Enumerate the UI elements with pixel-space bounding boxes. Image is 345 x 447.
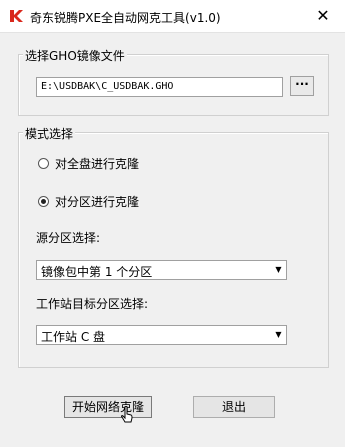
browse-button[interactable]: ··· — [290, 76, 314, 96]
title-bar: 奇东锐腾PXE全自动网克工具(v1.0) ✕ — [0, 0, 345, 33]
radio-partition-indicator[interactable] — [38, 196, 49, 207]
mode-group-legend: 模式选择 — [23, 125, 76, 142]
radio-full-disk[interactable]: 对全盘进行克隆 — [38, 155, 139, 172]
chevron-down-icon[interactable]: ▼ — [271, 261, 286, 279]
window-title: 奇东锐腾PXE全自动网克工具(v1.0) — [30, 11, 221, 25]
gho-group-legend: 选择GHO镜像文件 — [23, 47, 127, 64]
gho-path-input[interactable]: E:\USDBAK\C_USDBAK.GHO — [36, 77, 283, 97]
radio-partition[interactable]: 对分区进行克隆 — [38, 193, 139, 210]
radio-full-disk-indicator[interactable] — [38, 158, 49, 169]
exit-button[interactable]: 退出 — [193, 396, 275, 418]
target-partition-select[interactable]: 工作站 C 盘 ▼ — [36, 325, 287, 345]
target-partition-label: 工作站目标分区选择: — [36, 297, 149, 311]
target-partition-value: 工作站 C 盘 — [41, 330, 106, 344]
source-partition-select[interactable]: 镜像包中第 1 个分区 ▼ — [36, 260, 287, 280]
start-clone-button[interactable]: 开始网络克隆 — [64, 396, 152, 418]
radio-partition-label: 对分区进行克隆 — [55, 195, 140, 209]
source-partition-value: 镜像包中第 1 个分区 — [41, 265, 153, 279]
close-button[interactable]: ✕ — [301, 0, 345, 32]
app-window: 奇东锐腾PXE全自动网克工具(v1.0) ✕ 选择GHO镜像文件 E:\USDB… — [0, 0, 345, 447]
mouse-cursor-icon — [121, 405, 133, 424]
chevron-down-icon[interactable]: ▼ — [271, 326, 286, 344]
radio-full-disk-label: 对全盘进行克隆 — [55, 157, 140, 171]
app-logo-icon — [8, 8, 24, 24]
source-partition-label: 源分区选择: — [36, 231, 101, 245]
